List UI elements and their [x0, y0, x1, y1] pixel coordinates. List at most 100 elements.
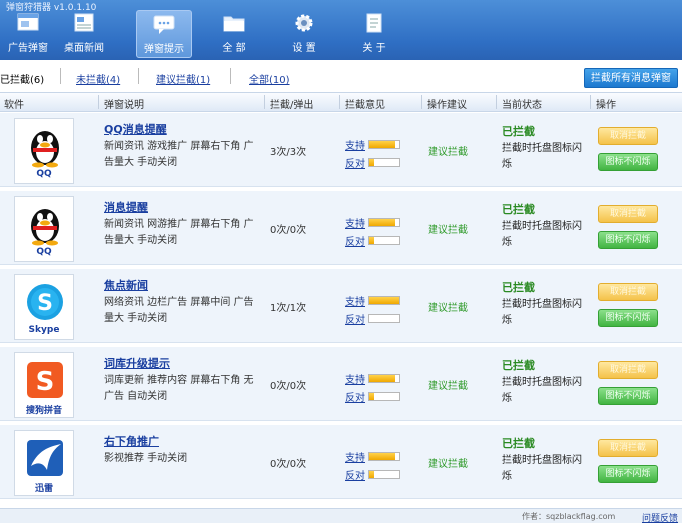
status-description: 拦截时托盘图标闪烁	[502, 221, 582, 248]
cancel-block-button[interactable]: 取消拦截	[598, 283, 658, 301]
oppose-bar	[368, 158, 400, 167]
header-opinion: 拦截意见	[345, 100, 385, 111]
header-divider	[98, 95, 99, 109]
status-label: 已拦截	[502, 359, 535, 372]
skype-icon: S	[27, 284, 63, 320]
toolbar-about[interactable]: 关 于	[346, 10, 402, 58]
oppose-link[interactable]: 反对	[345, 233, 365, 248]
header-software: 软件	[4, 100, 24, 111]
oppose-link[interactable]: 反对	[345, 311, 365, 326]
support-link[interactable]: 支持	[345, 215, 365, 230]
oppose-bar-fill	[369, 393, 374, 400]
header-status: 当前状态	[502, 100, 542, 111]
no-flash-button[interactable]: 图标不闪烁	[598, 153, 658, 171]
header-divider	[496, 95, 497, 109]
message-icon	[153, 15, 175, 34]
status-label: 已拦截	[502, 437, 535, 450]
cancel-block-button[interactable]: 取消拦截	[598, 439, 658, 457]
popup-description: 新闻资讯 游戏推广 屏幕右下角 广告量大 手动关闭	[104, 141, 254, 168]
filter-blocked[interactable]: 已拦截(6)	[0, 71, 44, 86]
app-logo: 迅雷	[14, 430, 74, 496]
cancel-block-button[interactable]: 取消拦截	[598, 205, 658, 223]
popup-description: 网络资讯 边栏广告 屏幕中间 广告量大 手动关闭	[104, 297, 254, 324]
oppose-link[interactable]: 反对	[345, 467, 365, 482]
header-divider	[421, 95, 422, 109]
support-link[interactable]: 支持	[345, 449, 365, 464]
table-row: S 搜狗拼音 词库升级提示 词库更新 推荐内容 屏幕右下角 无广告 自动关闭 0…	[0, 347, 682, 421]
support-link[interactable]: 支持	[345, 371, 365, 386]
status-description: 拦截时托盘图标闪烁	[502, 143, 582, 170]
filter-suggested[interactable]: 建议拦截(1)	[156, 71, 210, 86]
popup-title-link[interactable]: 消息提醒	[104, 199, 148, 215]
support-bar-fill	[369, 141, 395, 148]
support-bar-fill	[369, 453, 395, 460]
toolbar-label: 桌面新闻	[64, 43, 104, 54]
toolbar-label: 全 部	[222, 43, 246, 54]
app-logo: QQ	[14, 196, 74, 262]
filter-unblocked[interactable]: 未拦截(4)	[76, 71, 120, 86]
suggestion: 建议拦截	[428, 225, 468, 236]
status-label: 已拦截	[502, 281, 535, 294]
suggestion: 建议拦截	[428, 303, 468, 314]
svg-text:S: S	[37, 291, 53, 316]
footer: 作者：sqzblackflag.com 问题反馈	[0, 508, 682, 523]
app-name: Skype	[28, 325, 60, 335]
header-description: 弹窗说明	[104, 100, 144, 111]
feedback-link[interactable]: 问题反馈	[642, 511, 678, 523]
filter-divider	[138, 68, 139, 84]
app-logo: S Skype	[14, 274, 74, 340]
app-name: 迅雷	[34, 484, 53, 494]
oppose-bar	[368, 236, 400, 245]
app-name: QQ	[36, 247, 52, 257]
support-bar	[368, 218, 400, 227]
oppose-bar	[368, 470, 400, 479]
support-link[interactable]: 支持	[345, 293, 365, 308]
toolbar-settings[interactable]: 设 置	[276, 10, 332, 58]
table-row: QQ 消息提醒 新闻资讯 网游推广 屏幕右下角 广告量大 手动关闭 0次/0次 …	[0, 191, 682, 265]
filter-all[interactable]: 全部(10)	[249, 71, 290, 86]
oppose-bar-fill	[369, 237, 374, 244]
toolbar-ad-popup[interactable]: 广告弹窗	[0, 10, 56, 58]
no-flash-button[interactable]: 图标不闪烁	[598, 465, 658, 483]
svg-text:S: S	[36, 367, 55, 397]
author-text: 作者：sqzblackflag.com	[522, 512, 616, 521]
popup-title-link[interactable]: 焦点新闻	[104, 277, 148, 293]
toolbar-label: 弹窗提示	[144, 44, 184, 55]
header-count: 拦截/弹出	[270, 100, 314, 111]
filter-bar: 已拦截(6) 未拦截(4) 建议拦截(1) 全部(10) 拦截所有消息弹窗	[0, 60, 682, 92]
cancel-block-button[interactable]: 取消拦截	[598, 127, 658, 145]
block-count: 0次/0次	[270, 225, 307, 236]
toolbar-popup-notice[interactable]: 弹窗提示	[136, 10, 192, 58]
table-row: 迅雷 右下角推广 影视推荐 手动关闭 0次/0次 支持 反对 建议拦截 已拦截 …	[0, 425, 682, 499]
no-flash-button[interactable]: 图标不闪烁	[598, 309, 658, 327]
toolbar-desktop-news[interactable]: 桌面新闻	[56, 10, 112, 58]
toolbar-label: 关 于	[362, 43, 386, 54]
status-description: 拦截时托盘图标闪烁	[502, 455, 582, 482]
oppose-link[interactable]: 反对	[345, 155, 365, 170]
cancel-block-button[interactable]: 取消拦截	[598, 361, 658, 379]
table-header: 软件 弹窗说明 拦截/弹出 拦截意见 操作建议 当前状态 操作	[0, 92, 682, 112]
toolbar-all[interactable]: 全 部	[206, 10, 262, 58]
block-all-button[interactable]: 拦截所有消息弹窗	[584, 68, 678, 88]
toolbar: 弹窗狩猎器 v1.0.1.10 广告弹窗 桌面新闻 弹窗提示 全 部 设 置 关…	[0, 0, 682, 60]
toolbar-label: 设 置	[292, 43, 316, 54]
no-flash-button[interactable]: 图标不闪烁	[598, 231, 658, 249]
popup-title-link[interactable]: 词库升级提示	[104, 355, 170, 371]
table-row: QQ QQ消息提醒 新闻资讯 游戏推广 屏幕右下角 广告量大 手动关闭 3次/3…	[0, 113, 682, 187]
support-bar	[368, 374, 400, 383]
xunlei-icon	[27, 440, 63, 476]
oppose-bar	[368, 392, 400, 401]
oppose-bar-fill	[369, 159, 374, 166]
block-count: 3次/3次	[270, 147, 307, 158]
header-advice: 操作建议	[427, 100, 467, 111]
suggestion: 建议拦截	[428, 147, 468, 158]
popup-title-link[interactable]: QQ消息提醒	[104, 121, 167, 137]
support-link[interactable]: 支持	[345, 137, 365, 152]
popup-description: 影视推荐 手动关闭	[104, 453, 188, 464]
header-action: 操作	[596, 100, 616, 111]
oppose-link[interactable]: 反对	[345, 389, 365, 404]
status-description: 拦截时托盘图标闪烁	[502, 377, 582, 404]
support-bar-fill	[369, 297, 399, 304]
no-flash-button[interactable]: 图标不闪烁	[598, 387, 658, 405]
popup-title-link[interactable]: 右下角推广	[104, 433, 159, 449]
